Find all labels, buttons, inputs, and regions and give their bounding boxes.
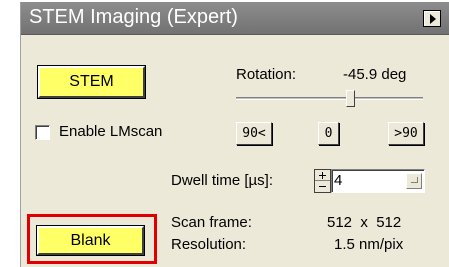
plus-icon[interactable] (315, 170, 330, 181)
enable-lmscan-label: Enable LMscan (59, 123, 163, 140)
stem-button[interactable]: STEM (38, 66, 145, 98)
panel-title: STEM Imaging (Expert) (29, 6, 238, 28)
rotation-slider-track[interactable] (236, 97, 423, 100)
rotate-plus90-button[interactable]: >90 (388, 122, 424, 145)
enter-icon[interactable] (406, 173, 422, 189)
rotation-value: -45.9 deg (343, 66, 407, 83)
resolution-value: 1.5 nm/pix (334, 236, 404, 253)
minus-icon[interactable] (315, 181, 330, 192)
blank-button[interactable]: Blank (37, 226, 144, 255)
stem-imaging-panel: STEM Imaging (Expert) STEM Rotation: -45… (20, 2, 449, 267)
rotation-label: Rotation: (236, 66, 297, 83)
scan-frame-label: Scan frame: (171, 214, 252, 231)
resolution-label: Resolution: (171, 236, 247, 253)
dwell-time-spinner[interactable] (314, 169, 331, 193)
rotate-zero-button[interactable]: 0 (318, 122, 339, 145)
dwell-time-label: Dwell time [µs]: (171, 172, 273, 189)
scan-frame-value: 512 x 512 (327, 214, 402, 231)
enable-lmscan-checkbox[interactable] (35, 125, 50, 140)
rotate-minus90-button[interactable]: 90< (236, 122, 272, 145)
dwell-time-value: 4 (334, 172, 343, 189)
rotation-slider-thumb[interactable] (345, 90, 355, 107)
triangle-right-icon[interactable] (423, 10, 441, 27)
panel-titlebar: STEM Imaging (Expert) (21, 2, 449, 35)
